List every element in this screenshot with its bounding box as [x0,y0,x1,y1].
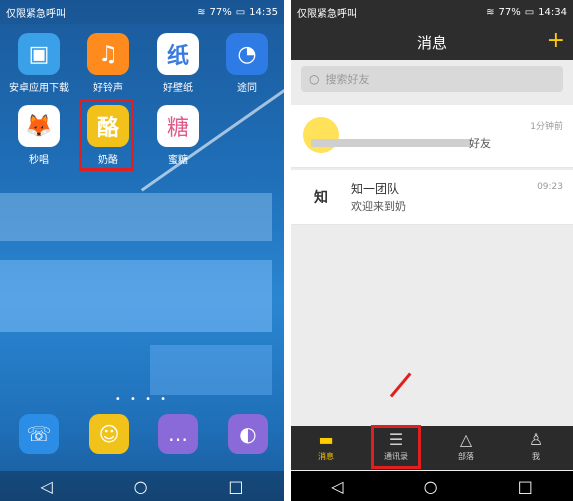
back-icon[interactable]: ◁ [40,477,52,496]
search-input[interactable]: ○ 搜索好友 [301,66,563,92]
blurred-name [311,139,471,147]
home-icon[interactable]: ○ [134,477,148,496]
app-android-download[interactable]: ▣ 安卓应用下载 [4,33,74,94]
glare [150,345,272,395]
title-bar: 消息 + [291,24,573,60]
page-title: 消息 [416,33,447,52]
dock: ☏ ☺ … ◐ [0,414,284,464]
app-ringtone[interactable]: ♫ 好铃声 [73,33,143,94]
highlight-box [79,99,134,171]
ghost-icon: ◔ [226,33,268,75]
back-icon[interactable]: ◁ [331,477,343,496]
recents-icon[interactable]: □ [228,477,243,496]
add-button[interactable]: + [547,28,565,53]
status-bar: 仅限紧急呼叫 ≋ 77% ▭ 14:35 [0,0,284,24]
chat-item[interactable]: 好友 1分钟前 [291,105,573,168]
tab-me[interactable]: ♙ 我 [501,426,571,470]
search-icon: ○ [309,72,320,86]
fox-icon: 🦊 [18,105,60,147]
app-label: 蜜糖 [168,155,188,166]
chat-time: 09:23 [537,182,563,192]
message-icon[interactable]: … [158,414,198,454]
home-icon[interactable]: ○ [424,477,438,496]
page-indicator: • • • • [114,394,170,405]
tab-bar: ▬ 消息 ☰ 通讯录 △ 部落 ♙ 我 [291,426,573,470]
app-label: 秒唱 [29,155,49,166]
tab-label: 部落 [458,452,474,461]
clock: 14:35 [249,6,278,18]
carrier-text: 仅限紧急呼叫 [6,8,66,20]
wallpaper-icon: 纸 [157,33,199,75]
tent-icon: △ [459,430,473,449]
app-label: 安卓应用下载 [9,83,69,94]
candy-icon: 糖 [157,105,199,147]
battery-percent: 77% [498,6,521,18]
red-arrow [389,372,412,398]
battery-icon: ▭ [235,6,246,18]
chat-name: 知一团队 [351,182,400,196]
music-note-icon: ♫ [87,33,129,75]
chat-time: 1分钟前 [530,122,563,132]
app-wallpaper[interactable]: 纸 好壁纸 [143,33,213,94]
clock: 14:34 [538,6,567,18]
tab-messages[interactable]: ▬ 消息 [291,426,361,470]
messages-screen: 仅限紧急呼叫 ≋ 77% ▭ 14:34 消息 + ○ 搜索好友 好友 1分钟前… [291,0,573,501]
app-miaochang[interactable]: 🦊 秒唱 [4,105,74,166]
carrier-text: 仅限紧急呼叫 [297,8,357,20]
glare [0,193,272,241]
app-label: 途同 [237,83,257,94]
search-placeholder: 搜索好友 [325,73,370,86]
home-screen: 仅限紧急呼叫 ≋ 77% ▭ 14:35 ▣ 安卓应用下载 ♫ 好铃声 纸 好壁… [0,0,284,501]
person-icon: ♙ [528,430,544,449]
app-label: 好壁纸 [163,83,193,94]
recents-icon[interactable]: □ [518,477,533,496]
app-tutong[interactable]: ◔ 途同 [212,33,282,94]
wifi-icon: ≋ [486,6,495,18]
chat-message: 欢迎来到奶 [351,200,406,213]
highlight-box [371,425,421,469]
chat-item[interactable]: 知 知一团队 09:23 欢迎来到奶 [291,170,573,225]
nav-bar: ◁ ○ □ [291,471,573,501]
app-candy[interactable]: 糖 蜜糖 [143,105,213,166]
avatar: 知 [303,179,339,215]
chat-bubble-icon: ▬ [318,430,334,449]
browser-icon[interactable]: ◐ [228,414,268,454]
chat-message: 好友 [469,137,491,150]
avatar [303,117,339,153]
battery-percent: 77% [209,6,232,18]
bag-icon: ▣ [18,33,60,75]
tab-label: 消息 [318,452,334,461]
contacts-icon[interactable]: ☺ [89,414,129,454]
status-bar: 仅限紧急呼叫 ≋ 77% ▭ 14:34 [291,0,573,24]
glare [0,260,272,332]
battery-icon: ▭ [524,6,535,18]
wifi-icon: ≋ [197,6,206,18]
tab-label: 我 [532,452,540,461]
phone-icon[interactable]: ☏ [19,414,59,454]
app-label: 好铃声 [93,83,123,94]
nav-bar: ◁ ○ □ [0,471,284,501]
tab-tribe[interactable]: △ 部落 [431,426,501,470]
